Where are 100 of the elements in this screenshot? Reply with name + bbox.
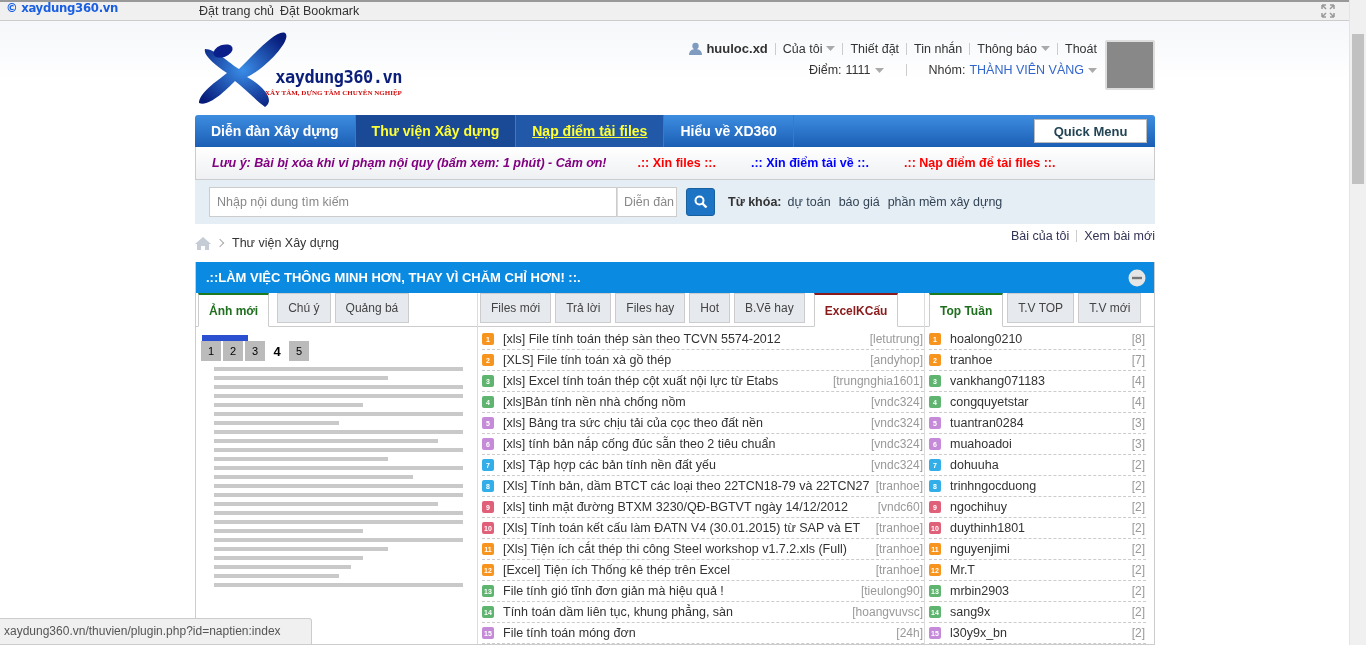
notice-link[interactable]: .:: Xin điểm tải về ::. bbox=[750, 156, 869, 170]
tab[interactable]: T.V TOP bbox=[1007, 293, 1075, 323]
author-name: [vndc324] bbox=[870, 437, 923, 451]
member-link[interactable]: mrbin2903 bbox=[950, 584, 1132, 598]
member-link[interactable]: trinhngocduong bbox=[950, 479, 1132, 493]
tab[interactable]: Files mới bbox=[480, 293, 552, 323]
author-name: [tieulong90] bbox=[860, 584, 923, 598]
slide-page-button[interactable]: 5 bbox=[289, 341, 309, 361]
avatar-photo[interactable] bbox=[1105, 40, 1155, 90]
author-name: [vndc324] bbox=[870, 458, 923, 472]
member-link[interactable]: vankhang071183 bbox=[950, 374, 1132, 388]
search-button[interactable] bbox=[686, 188, 715, 216]
notice-link[interactable]: Lưu ý: Bài bị xóa khi vi phạm nội quy (bấm xem: 1 phút) - Cảm ơn! bbox=[212, 156, 607, 170]
slide-page-button[interactable]: 1 bbox=[201, 341, 221, 361]
file-link[interactable]: [xls] Excel tính toán thép cột xuất nội lực từ Etabs bbox=[503, 374, 833, 388]
member-link[interactable]: dohuuha bbox=[950, 458, 1132, 472]
tab[interactable]: Trả lời bbox=[555, 293, 612, 323]
file-link[interactable]: File tính gió tĩnh đơn giản mà hiệu quả ! bbox=[503, 584, 861, 598]
post-count: [2] bbox=[1131, 584, 1145, 598]
group-link[interactable]: THÀNH VIÊN VÀNG bbox=[969, 63, 1084, 77]
user-menu-link[interactable]: Thông báo bbox=[977, 41, 1051, 56]
member-link[interactable]: muahoadoi bbox=[950, 437, 1132, 451]
post-count: [2] bbox=[1131, 479, 1145, 493]
tab[interactable]: Top Tuần bbox=[929, 293, 1004, 327]
keyword-link[interactable]: phần mềm xây dựng bbox=[887, 195, 1003, 209]
user-menu-link[interactable]: Thoát bbox=[1065, 41, 1097, 56]
search-icon bbox=[693, 195, 708, 209]
member-link[interactable]: l30y9x_bn bbox=[950, 626, 1132, 640]
caret-icon[interactable] bbox=[826, 46, 836, 51]
search-field[interactable]: Nhập nội dung tìm kiếm bbox=[209, 187, 617, 217]
file-link[interactable]: [Xls] Tính bản, dầm BTCT các loại theo 22TCN18-79 và 22TCN27 bbox=[503, 479, 876, 493]
member-link[interactable]: Mr.T bbox=[950, 563, 1132, 577]
slide-page-button[interactable]: 3 bbox=[245, 341, 265, 361]
file-link[interactable]: [Xls] Tính toán kết cấu làm ĐATN V4 (30.01.2015) từ SAP và ET bbox=[503, 521, 876, 535]
post-count: [2] bbox=[1131, 458, 1145, 472]
notice-link[interactable]: .:: Nạp điểm để tải files ::. bbox=[904, 156, 1056, 170]
home-icon[interactable] bbox=[195, 236, 211, 250]
tab[interactable]: ExcelKCấu bbox=[813, 293, 899, 327]
member-link[interactable]: tranhoe bbox=[950, 353, 1132, 367]
file-link[interactable]: [xls] tính bản nắp cống đúc sẵn theo 2 tiêu chuẩn bbox=[503, 437, 871, 451]
site-label[interactable]: © xaydung360.vn bbox=[6, 0, 199, 15]
author-name: [tranhoe] bbox=[875, 563, 923, 577]
tab[interactable]: Chú ý bbox=[277, 293, 331, 323]
scrollbar-thumb[interactable] bbox=[1352, 34, 1364, 184]
user-icon bbox=[689, 42, 703, 55]
member-link[interactable]: congquyetstar bbox=[950, 395, 1132, 409]
keyword-link[interactable]: báo giá bbox=[838, 195, 880, 209]
post-count: [3] bbox=[1131, 416, 1145, 430]
collapse-icon[interactable] bbox=[1128, 268, 1146, 287]
username-link[interactable]: huuloc.xd bbox=[706, 41, 768, 56]
member-link[interactable]: ngochihuy bbox=[950, 500, 1132, 514]
scrollbar[interactable] bbox=[1349, 0, 1366, 645]
member-link[interactable]: sang9x bbox=[950, 605, 1132, 619]
tab[interactable]: T.V mới bbox=[1078, 293, 1142, 323]
caret-icon[interactable] bbox=[874, 67, 884, 73]
expand-icon[interactable] bbox=[1321, 4, 1335, 18]
tab[interactable]: Quảng bá bbox=[334, 293, 410, 323]
member-link[interactable]: hoalong0210 bbox=[950, 332, 1132, 346]
status-url: xaydung360.vn/thuvien/plugin.php?id=naptien:index bbox=[0, 618, 312, 645]
file-link[interactable]: [xls] Tập hợp các bản tính nền đất yếu bbox=[503, 458, 871, 472]
tab[interactable]: B.Vẽ hay bbox=[734, 293, 805, 323]
author-name: [letutrung] bbox=[869, 332, 923, 346]
quick-menu-button[interactable]: Quick Menu bbox=[1034, 119, 1147, 143]
file-link[interactable]: [Xls] Tiện ích cắt thép thi công Steel workshop v1.7.2.xls (Full) bbox=[503, 542, 876, 556]
points-value[interactable]: 1111 bbox=[845, 63, 871, 77]
user-menu-link[interactable]: Tin nhắn bbox=[914, 41, 963, 56]
logo-text: xaydung360.vn bbox=[275, 67, 402, 87]
tab[interactable]: Hot bbox=[689, 293, 730, 323]
file-link[interactable]: Tính toán dầm liên tục, khung phẳng, sàn bbox=[503, 605, 853, 619]
member-link[interactable]: nguyenjimi bbox=[950, 542, 1132, 556]
post-count: [2] bbox=[1131, 605, 1145, 619]
file-link[interactable]: [xls] tinh mặt đường BTXM 3230/QĐ-BGTVT ngày 14/12/2012 bbox=[503, 500, 878, 514]
top-link[interactable]: Đặt Bookmark bbox=[280, 4, 360, 18]
header-link[interactable]: Xem bài mới bbox=[1084, 229, 1155, 243]
member-link[interactable]: duythinh1801 bbox=[950, 521, 1132, 535]
keyword-link[interactable]: dự toán bbox=[787, 195, 831, 209]
file-link[interactable]: [xls] File tính toán thép sàn theo TCVN 5574-2012 bbox=[503, 332, 870, 346]
member-link[interactable]: tuantran0284 bbox=[950, 416, 1132, 430]
nav-tab[interactable]: Thư viện Xây dựng bbox=[355, 115, 517, 147]
tab[interactable]: Ảnh mới bbox=[198, 293, 270, 327]
caret-icon[interactable] bbox=[1088, 67, 1097, 73]
user-menu-link[interactable]: Của tôi bbox=[782, 41, 836, 56]
user-menu-link[interactable]: Thiết đặt bbox=[850, 41, 900, 56]
file-link[interactable]: [Excel] Tiện ích Thống kê thép trên Excel bbox=[503, 563, 876, 577]
author-name: [tranhoe] bbox=[875, 542, 923, 556]
slide-page-button[interactable]: 2 bbox=[223, 341, 243, 361]
tab[interactable]: Files hay bbox=[615, 293, 686, 323]
top-link[interactable]: Đặt trang chủ bbox=[199, 4, 275, 18]
author-name: [24h] bbox=[896, 626, 923, 640]
file-link[interactable]: File tính toán móng đơn bbox=[503, 626, 897, 640]
file-link[interactable]: [xls]Bản tính nền nhà chống nồm bbox=[503, 395, 871, 409]
caret-icon[interactable] bbox=[1041, 46, 1051, 51]
nav-tab[interactable]: Nạp điểm tải files bbox=[516, 115, 665, 147]
notice-link[interactable]: .:: Xin files ::. bbox=[637, 156, 716, 170]
header-link[interactable]: Bài của tôi bbox=[1010, 229, 1070, 243]
author-name: [tranhoe] bbox=[875, 521, 923, 535]
file-link[interactable]: [XLS] File tính toán xà gồ thép bbox=[503, 353, 871, 367]
breadcrumb-link[interactable]: Thư viện Xây dựng bbox=[232, 236, 340, 250]
search-scope-select[interactable]: Diễn đàn bbox=[617, 187, 677, 217]
file-link[interactable]: [xls] Bảng tra sức chịu tải của cọc theo đất nền bbox=[503, 416, 871, 430]
